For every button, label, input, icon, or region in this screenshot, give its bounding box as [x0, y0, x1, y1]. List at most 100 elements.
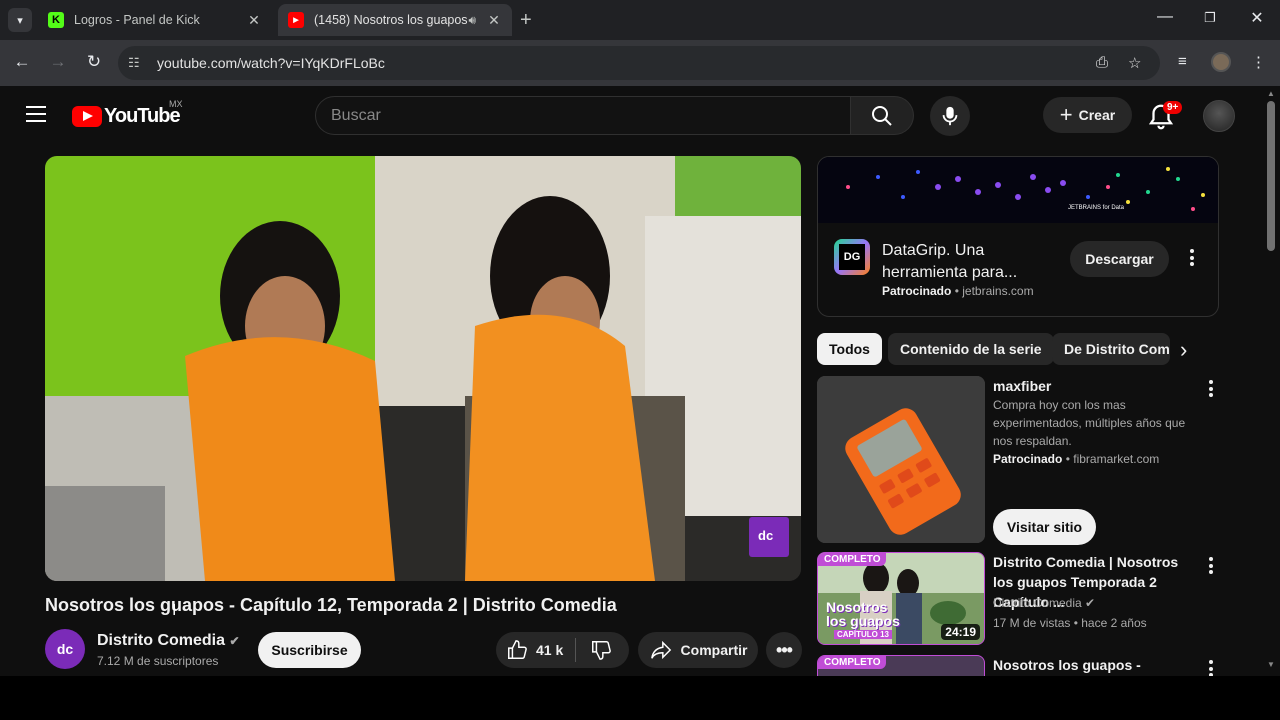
microphone-icon	[942, 106, 958, 126]
card-menu-kebab-icon[interactable]	[1209, 557, 1213, 577]
ad-title[interactable]: DataGrip. Una herramienta para...	[882, 240, 1052, 284]
dislike-button[interactable]	[576, 639, 612, 661]
youtube-page: YouTube MX Buscar + Crear 9+ dc Nosotros…	[0, 86, 1262, 676]
channel-name[interactable]: Distrito Comedia ✔	[97, 632, 240, 650]
complete-badge: COMPLETO	[818, 656, 887, 669]
scroll-up-icon[interactable]: ▲	[1267, 89, 1275, 98]
sidebar-video-card[interactable]: COMPLETO Nosotros los guapos CAPÍTULO 13…	[817, 552, 1219, 646]
address-toolbar: ← → ↻ ☷ youtube.com/watch?v=IYqKDrFLoBc …	[0, 40, 1280, 86]
thumbs-up-icon	[508, 640, 527, 659]
create-button[interactable]: + Crear	[1043, 97, 1132, 133]
chip-todos[interactable]: Todos	[817, 333, 882, 365]
channel-name-text[interactable]: Distrito Comedia	[97, 632, 225, 649]
sidebar-video-card[interactable]: COMPLETO Nosotros los guapos - Capítulo	[817, 655, 1219, 676]
country-code: MX	[169, 99, 183, 109]
search-icon	[872, 105, 892, 126]
chip-series-content[interactable]: Contenido de la serie	[888, 333, 1054, 365]
browser-profile-avatar[interactable]	[1211, 52, 1231, 72]
new-tab-button[interactable]: +	[520, 10, 532, 30]
speaker-icon[interactable]: 🔊︎	[468, 13, 476, 28]
visit-site-button[interactable]: Visitar sitio	[993, 509, 1096, 545]
back-arrow-icon[interactable]: ←	[10, 52, 34, 72]
ad-sponsor-line: Patrocinado • fibramarket.com	[993, 452, 1160, 466]
maxfiber-thumbnail[interactable]	[817, 376, 985, 543]
card-channel[interactable]: Distrito Comedia ✔	[993, 594, 1095, 612]
card-menu-kebab-icon[interactable]	[1209, 380, 1213, 400]
browser-tab-youtube[interactable]: ▶ (1458) Nosotros los guapos 🔊︎ ✕	[278, 4, 512, 36]
subscriber-count: 7.12 M de suscriptores	[97, 654, 219, 668]
forward-arrow-icon[interactable]: →	[46, 52, 70, 72]
omnibox[interactable]: ☷ youtube.com/watch?v=IYqKDrFLoBc ⎙ ☆	[118, 46, 1160, 80]
datagrip-logo-icon: DG	[834, 239, 870, 275]
sponsored-ad-card[interactable]: JETBRAINS for Data DG DataGrip. Una herr…	[817, 156, 1219, 317]
like-button[interactable]: 41 k	[496, 639, 563, 661]
browser-tab-kick[interactable]: K Logros - Panel de Kick ✕	[38, 4, 272, 36]
video-watermark: dc	[758, 528, 774, 543]
close-window-icon[interactable]: ✕	[1247, 8, 1267, 28]
verified-icon: ✔	[229, 634, 240, 648]
bookmark-star-icon[interactable]: ☆	[1128, 54, 1141, 72]
like-dislike-group: 41 k	[496, 632, 629, 668]
youtube-play-icon	[72, 106, 102, 127]
reload-icon[interactable]: ↻	[82, 52, 106, 72]
close-tab-icon[interactable]: ✕	[486, 12, 502, 29]
voice-search-button[interactable]	[930, 96, 970, 136]
ad-domain: jetbrains.com	[962, 284, 1034, 298]
chip-distrito-comedia[interactable]: De Distrito Comedia	[1052, 333, 1170, 365]
youtube-logo[interactable]: YouTube MX	[72, 99, 183, 128]
video-duration: 24:19	[941, 624, 980, 640]
install-app-icon[interactable]: ⎙	[1096, 54, 1108, 71]
card-meta: 17 M de vistas • hace 2 años	[993, 616, 1147, 630]
tab-search-button[interactable]: ▾	[8, 8, 32, 32]
plus-icon: +	[1059, 102, 1073, 127]
chevron-right-icon[interactable]: ›	[1180, 337, 1187, 363]
ad-banner-image: JETBRAINS for Data	[818, 157, 1218, 223]
card-menu-kebab-icon[interactable]	[1209, 660, 1213, 676]
page-scrollbar[interactable]: ▲ ▼	[1262, 86, 1280, 676]
complete-badge: COMPLETO	[818, 553, 887, 566]
restore-icon[interactable]: ❐	[1200, 10, 1220, 26]
sidebar-ad-maxfiber[interactable]: maxfiber Compra hoy con los mas experime…	[817, 376, 1219, 546]
media-control-icon[interactable]: ≡	[1178, 53, 1187, 70]
verified-icon: ✔	[1085, 596, 1096, 610]
youtube-favicon-icon: ▶	[288, 12, 304, 28]
ad-menu-kebab-icon[interactable]	[1190, 249, 1194, 269]
download-button[interactable]: Descargar	[1070, 241, 1169, 277]
close-tab-icon[interactable]: ✕	[246, 12, 262, 29]
video-player[interactable]: dc	[45, 156, 801, 581]
url-text[interactable]: youtube.com/watch?v=IYqKDrFLoBc	[157, 55, 385, 71]
card-title[interactable]: Nosotros los guapos - Capítulo	[993, 655, 1197, 676]
ad-description: Compra hoy con los mas experimentados, m…	[993, 398, 1186, 448]
browser-menu-icon[interactable]: ⋮	[1251, 53, 1266, 71]
channel-avatar-text: dc	[56, 641, 74, 657]
ad-logo-text: DG	[839, 244, 865, 270]
scroll-down-icon[interactable]: ▼	[1267, 660, 1275, 669]
account-avatar[interactable]	[1203, 100, 1235, 132]
ad-sponsor-line: Patrocinado • jetbrains.com	[882, 284, 1034, 298]
text-cursor-icon: I	[172, 602, 177, 619]
search-input[interactable]: Buscar	[315, 96, 851, 135]
card-channel-name[interactable]: Distrito Comedia	[993, 596, 1082, 610]
tab-title: (1458) Nosotros los guapos	[314, 13, 468, 27]
video-thumbnail[interactable]: COMPLETO Nosotros los guapos CAPÍTULO 13…	[817, 552, 985, 645]
video-thumbnail[interactable]: COMPLETO	[817, 655, 985, 676]
channel-avatar[interactable]: dc	[45, 629, 85, 669]
card-title[interactable]: maxfiber	[993, 376, 1197, 396]
share-button[interactable]: Compartir	[638, 632, 758, 668]
ad-banner-text: JETBRAINS for Data	[1068, 205, 1125, 211]
share-icon	[650, 640, 671, 660]
minimize-icon[interactable]: —	[1155, 8, 1175, 26]
search-button[interactable]	[851, 96, 914, 135]
tab-title: Logros - Panel de Kick	[74, 13, 200, 27]
video-frame	[45, 156, 801, 581]
more-actions-button[interactable]: •••	[766, 632, 802, 668]
site-info-icon[interactable]: ☷	[128, 55, 140, 71]
ad-domain: fibramarket.com	[1073, 452, 1160, 466]
subscribe-button[interactable]: Suscribirse	[258, 632, 361, 668]
thumbnail-text-3: CAPÍTULO 13	[834, 630, 893, 639]
video-title: Nosotros los guapos - Capítulo 12, Tempo…	[45, 595, 617, 615]
hamburger-menu-icon[interactable]	[26, 106, 46, 127]
create-label: Crear	[1078, 107, 1116, 123]
notifications-badge: 9+	[1163, 101, 1183, 114]
scrollbar-thumb[interactable]	[1267, 101, 1275, 251]
